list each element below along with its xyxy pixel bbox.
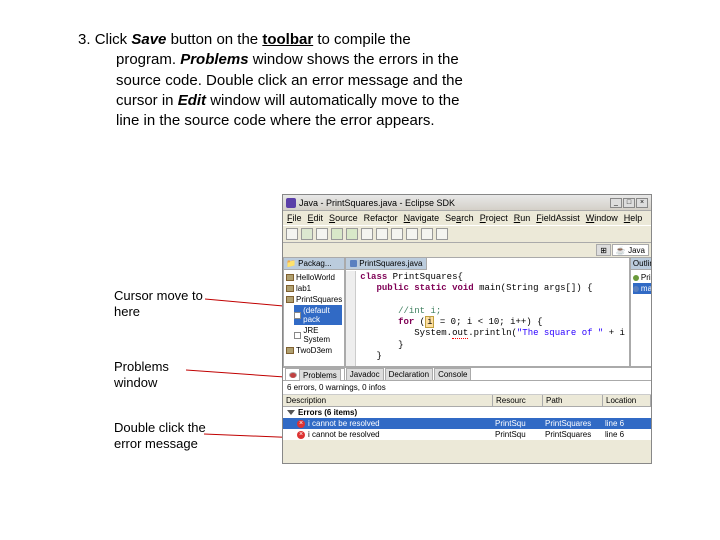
outline-class[interactable]: PrintS xyxy=(633,272,652,283)
instruction-number: 3. xyxy=(78,31,91,48)
code-editor[interactable]: PrintSquares.java class PrintSquares{ pu… xyxy=(345,257,630,367)
new-icon[interactable] xyxy=(286,228,298,240)
tab-problems[interactable]: Problems xyxy=(285,368,345,380)
problems-view: Problems Javadoc Declaration Console 6 e… xyxy=(283,367,651,440)
eclipse-window: Java - PrintSquares.java - Eclipse SDK _… xyxy=(282,194,652,464)
jre-system[interactable]: JRE System xyxy=(294,325,342,345)
col-path[interactable]: Path xyxy=(543,395,603,406)
menu-file[interactable]: File xyxy=(287,213,302,223)
menubar: File Edit Source Refactor Navigate Searc… xyxy=(283,211,651,225)
editor-tab[interactable]: PrintSquares.java xyxy=(345,257,427,270)
perspective-bar: ⊞ ☕ Java xyxy=(283,243,651,257)
menu-fieldassist[interactable]: FieldAssist xyxy=(536,213,580,223)
editor-gutter xyxy=(346,271,356,366)
window-controls: _ □ × xyxy=(610,198,648,208)
new-class-icon[interactable] xyxy=(376,228,388,240)
menu-run[interactable]: Run xyxy=(514,213,531,223)
eclipse-icon xyxy=(286,198,296,208)
toolbar xyxy=(283,225,651,243)
menu-refactor[interactable]: Refactor xyxy=(364,213,398,223)
tab-console[interactable]: Console xyxy=(434,368,471,380)
problems-icon xyxy=(289,372,297,378)
maximize-button[interactable]: □ xyxy=(623,198,635,208)
annotation-cursor: Cursor move to here xyxy=(114,288,214,319)
problems-header: Description Resourc Path Location xyxy=(283,395,651,407)
print-icon[interactable] xyxy=(316,228,328,240)
bottom-tabs: Problems Javadoc Declaration Console xyxy=(283,368,651,381)
open-type-icon[interactable] xyxy=(391,228,403,240)
debug-icon[interactable] xyxy=(331,228,343,240)
tab-javadoc[interactable]: Javadoc xyxy=(346,368,384,380)
tab-declaration[interactable]: Declaration xyxy=(385,368,433,380)
outline-tab[interactable]: Outline xyxy=(631,258,652,270)
search-icon[interactable] xyxy=(406,228,418,240)
project-printsquares[interactable]: PrintSquares xyxy=(286,294,342,305)
open-perspective-icon[interactable]: ⊞ xyxy=(596,244,611,256)
project-twod[interactable]: TwoD3em xyxy=(286,345,342,356)
package-explorer-tab[interactable]: 📁 Packag... xyxy=(284,258,344,270)
error-row-2[interactable]: ×i cannot be resolved PrintSqu PrintSqua… xyxy=(283,429,651,440)
menu-window[interactable]: Window xyxy=(586,213,618,223)
error-icon: × xyxy=(297,431,305,439)
expand-icon xyxy=(287,410,295,415)
menu-source[interactable]: Source xyxy=(329,213,358,223)
default-package[interactable]: (default pack xyxy=(294,305,342,325)
save-icon[interactable] xyxy=(301,228,313,240)
col-description[interactable]: Description xyxy=(283,395,493,406)
annotation-problems: Problems window xyxy=(114,359,214,390)
back-icon[interactable] xyxy=(421,228,433,240)
menu-project[interactable]: Project xyxy=(480,213,508,223)
problems-summary: 6 errors, 0 warnings, 0 infos xyxy=(283,381,651,395)
error-row-1[interactable]: ×i cannot be resolved PrintSqu PrintSqua… xyxy=(283,418,651,429)
col-resource[interactable]: Resourc xyxy=(493,395,543,406)
menu-search[interactable]: Search xyxy=(445,213,474,223)
close-button[interactable]: × xyxy=(636,198,648,208)
run-icon[interactable] xyxy=(346,228,358,240)
errors-group[interactable]: Errors (6 items) xyxy=(283,407,651,418)
package-explorer[interactable]: 📁 Packag... HelloWorld lab1 PrintSquares… xyxy=(283,257,345,367)
project-helloworld[interactable]: HelloWorld xyxy=(286,272,342,283)
window-title: Java - PrintSquares.java - Eclipse SDK xyxy=(299,198,607,208)
menu-help[interactable]: Help xyxy=(624,213,643,223)
menu-edit[interactable]: Edit xyxy=(308,213,324,223)
project-lab1[interactable]: lab1 xyxy=(286,283,342,294)
titlebar: Java - PrintSquares.java - Eclipse SDK _… xyxy=(283,195,651,211)
outline-main[interactable]: mai xyxy=(633,283,652,294)
source-code: class PrintSquares{ public static void m… xyxy=(346,258,629,366)
new-package-icon[interactable] xyxy=(361,228,373,240)
error-icon: × xyxy=(297,420,305,428)
forward-icon[interactable] xyxy=(436,228,448,240)
col-location[interactable]: Location xyxy=(603,395,651,406)
minimize-button[interactable]: _ xyxy=(610,198,622,208)
instruction-text: 3. Click Save button on the toolbar to c… xyxy=(78,30,618,131)
outline-view[interactable]: Outline PrintS mai xyxy=(630,257,652,367)
annotation-doubleclick: Double click the error message xyxy=(114,420,214,451)
perspective-java[interactable]: ☕ Java xyxy=(612,244,649,256)
java-file-icon xyxy=(350,260,357,267)
menu-navigate[interactable]: Navigate xyxy=(404,213,440,223)
